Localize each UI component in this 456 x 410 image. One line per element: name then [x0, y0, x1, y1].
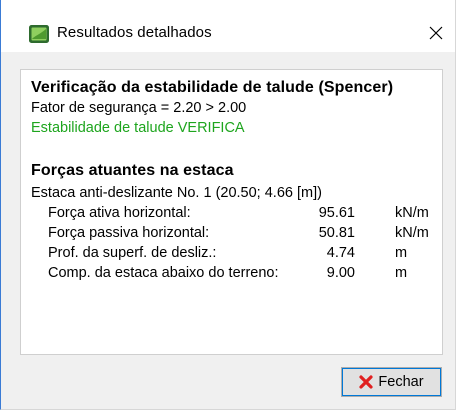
row-label: Força ativa horizontal: [48, 205, 191, 221]
row-label: Força passiva horizontal: [48, 225, 210, 241]
row-unit: kN/m [395, 205, 429, 221]
row-label: Comp. da estaca abaixo do terreno: [48, 265, 279, 281]
title-bar: Resultados detalhados [1, 0, 455, 52]
close-button[interactable]: Fechar [341, 367, 442, 397]
footer-bar: Fechar [1, 355, 455, 410]
verification-heading: Verificação da estabilidade de talude (S… [31, 79, 394, 96]
row-unit: m [395, 245, 408, 261]
window-title: Resultados detalhados [57, 24, 212, 41]
row-value: 95.61 [318, 205, 355, 221]
result-row: Força passiva horizontal: 50.81 kN/m [31, 223, 436, 243]
app-icon [29, 25, 49, 43]
close-icon[interactable] [427, 24, 445, 42]
forces-heading: Forças atuantes na estaca [31, 162, 234, 179]
results-panel: Verificação da estabilidade de talude (S… [20, 69, 443, 355]
pile-title: Estaca anti-deslizante No. 1 (20.50; 4.6… [31, 185, 322, 201]
row-unit: kN/m [395, 225, 429, 241]
row-unit: m [395, 265, 408, 281]
row-label: Prof. da superf. de desliz.: [48, 245, 217, 261]
result-row: Prof. da superf. de desliz.: 4.74 m [31, 243, 436, 263]
row-value: 4.74 [326, 245, 355, 261]
dialog-window: Resultados detalhados Verificação da est… [0, 0, 456, 410]
red-x-icon [359, 375, 374, 389]
close-button-label: Fechar [378, 374, 424, 390]
row-value: 50.81 [318, 225, 355, 241]
result-row: Força ativa horizontal: 95.61 kN/m [31, 203, 436, 223]
result-row: Comp. da estaca abaixo do terreno: 9.00 … [31, 263, 436, 283]
row-value: 9.00 [326, 265, 355, 281]
status-text: Estabilidade de talude VERIFICA [31, 120, 245, 136]
safety-factor-text: Fator de segurança = 2.20 > 2.00 [31, 100, 247, 116]
